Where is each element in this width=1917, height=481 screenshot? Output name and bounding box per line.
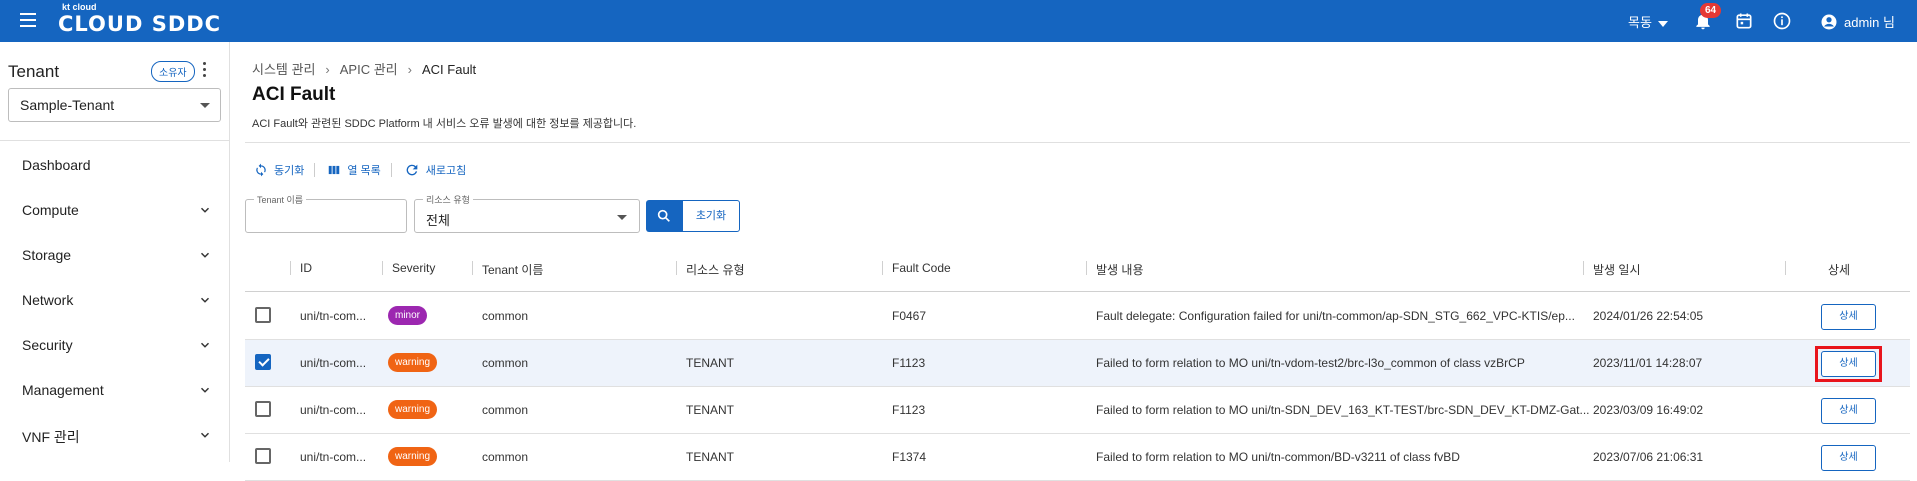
divider	[0, 140, 229, 141]
table-header: ID Severity Tenant 이름 리소스 유형 Fault Code …	[245, 247, 1910, 292]
caret-down-icon	[1657, 20, 1668, 27]
cell-content: Failed to form relation to MO uni/tn-SDN…	[1096, 403, 1590, 417]
menu-icon[interactable]	[20, 13, 36, 27]
page-description: ACI Fault와 관련된 SDDC Platform 내 서비스 오류 발생…	[252, 118, 637, 130]
severity-badge: warning	[388, 353, 438, 372]
sidebar-item-network[interactable]: Network	[22, 292, 212, 308]
cell-tenant: common	[482, 309, 529, 323]
region-select[interactable]: 목동	[1628, 12, 1668, 31]
chevron-right-icon: ›	[325, 62, 330, 77]
search-button[interactable]	[646, 200, 682, 232]
user-menu[interactable]: admin 님	[1820, 12, 1895, 31]
resource-type-select[interactable]: 리소스 유형 전체	[414, 193, 640, 233]
cell-id: uni/tn-com...	[300, 356, 367, 370]
severity-badge: warning	[388, 447, 438, 466]
search-icon	[657, 209, 670, 222]
chevron-down-icon	[200, 432, 210, 438]
caret-down-icon	[200, 103, 210, 108]
account-icon	[1821, 14, 1837, 29]
caret-down-icon	[617, 215, 627, 220]
cell-id: uni/tn-com...	[300, 309, 367, 323]
logo[interactable]: kt cloud CLOUD SDDC	[58, 3, 221, 37]
toolbar: 동기화 열 목록 새로고침	[254, 162, 476, 178]
sync-button[interactable]: 동기화	[254, 162, 314, 178]
sidebar-title: Tenant	[8, 62, 60, 81]
column-header-severity[interactable]: Severity	[392, 261, 435, 275]
refresh-icon	[406, 164, 418, 176]
refresh-button[interactable]: 새로고침	[404, 162, 476, 178]
detail-button[interactable]: 상세	[1821, 445, 1876, 471]
reset-button[interactable]: 초기화	[682, 200, 740, 232]
owner-badge: 소유자	[151, 61, 195, 82]
view-column-icon	[329, 165, 340, 175]
column-header-tenant[interactable]: Tenant 이름	[482, 261, 543, 278]
cell-time: 2023/11/01 14:28:07	[1593, 356, 1703, 370]
divider	[245, 142, 1910, 143]
column-header-id[interactable]: ID	[300, 261, 312, 275]
chevron-down-icon	[200, 207, 210, 213]
severity-badge: minor	[388, 306, 428, 325]
sidebar-item-security[interactable]: Security	[22, 337, 212, 353]
cell-time: 2023/03/09 16:49:02	[1593, 403, 1704, 417]
detail-button[interactable]: 상세	[1821, 304, 1876, 330]
chevron-down-icon	[200, 387, 210, 393]
highlight-box	[1815, 346, 1882, 382]
tenant-select[interactable]: Sample-Tenant	[8, 88, 221, 122]
sync-icon	[256, 163, 266, 177]
cell-resource: TENANT	[686, 403, 734, 417]
cell-content: Failed to form relation to MO uni/tn-vdo…	[1096, 356, 1525, 370]
detail-button[interactable]: 상세	[1821, 398, 1876, 424]
severity-badge: warning	[388, 400, 438, 419]
sidebar-item-storage[interactable]: Storage	[22, 247, 212, 263]
cell-fault-code: F1123	[892, 356, 926, 370]
cell-tenant: common	[482, 356, 529, 370]
cell-id: uni/tn-com...	[300, 403, 367, 417]
sidebar-item-vnf[interactable]: VNF 관리	[22, 427, 212, 447]
top-bar: kt cloud CLOUD SDDC 목동 64 admin 님	[0, 0, 1917, 42]
cell-fault-code: F0467	[892, 309, 927, 323]
page-title: ACI Fault	[252, 84, 336, 105]
calendar-icon[interactable]	[1734, 11, 1754, 31]
columns-button[interactable]: 열 목록	[327, 162, 390, 178]
breadcrumb-item[interactable]: APIC 관리	[340, 62, 398, 77]
tenant-name-field[interactable]: Tenant 이름	[245, 193, 407, 233]
sidebar-item-compute[interactable]: Compute	[22, 202, 212, 218]
sidebar: Tenant 소유자 Sample-Tenant Dashboard Compu…	[0, 42, 230, 462]
chevron-right-icon: ›	[407, 62, 412, 77]
row-checkbox[interactable]	[255, 401, 271, 417]
chevron-down-icon	[200, 252, 210, 258]
row-checkbox[interactable]	[255, 354, 271, 370]
cell-resource: TENANT	[686, 356, 734, 370]
cell-time: 2024/01/26 22:54:05	[1593, 309, 1704, 323]
divider	[390, 163, 392, 177]
notification-badge: 64	[1700, 3, 1722, 18]
info-icon[interactable]	[1772, 11, 1792, 31]
divider	[314, 163, 316, 177]
table-row[interactable]: uni/tn-com... warning common TENANT F137…	[245, 434, 1910, 481]
table-row[interactable]: uni/tn-com... warning common TENANT F112…	[245, 387, 1910, 434]
column-header-content[interactable]: 발생 내용	[1096, 261, 1144, 278]
breadcrumb-current: ACI Fault	[421, 62, 477, 77]
breadcrumb-item[interactable]: 시스템 관리	[252, 62, 315, 77]
chevron-down-icon	[200, 297, 210, 303]
column-header-resource[interactable]: 리소스 유형	[686, 261, 745, 278]
row-checkbox[interactable]	[255, 307, 271, 323]
column-header-time[interactable]: 발생 일시	[1593, 261, 1641, 278]
cell-fault-code: F1123	[892, 403, 926, 417]
more-vert-icon[interactable]	[203, 62, 207, 80]
column-header-detail: 상세	[1828, 263, 1851, 277]
column-header-fault-code[interactable]: Fault Code	[892, 261, 951, 275]
sidebar-item-dashboard[interactable]: Dashboard	[22, 157, 212, 173]
table-row[interactable]: uni/tn-com... warning common TENANT F112…	[245, 340, 1910, 387]
cell-tenant: common	[482, 403, 529, 417]
table-row[interactable]: uni/tn-com... minor common F0467 Fault d…	[245, 293, 1910, 340]
breadcrumb: 시스템 관리 › APIC 관리 › ACI Fault	[252, 59, 476, 78]
sidebar-item-management[interactable]: Management	[22, 382, 212, 398]
cell-content: Fault delegate: Configuration failed for…	[1096, 309, 1575, 323]
chevron-down-icon	[200, 342, 210, 348]
